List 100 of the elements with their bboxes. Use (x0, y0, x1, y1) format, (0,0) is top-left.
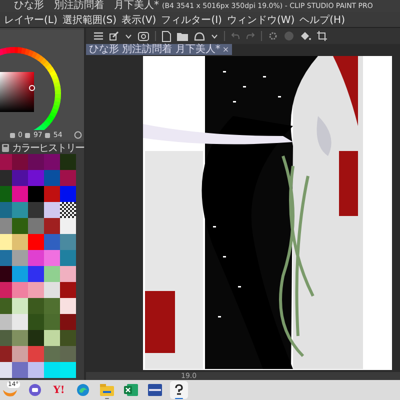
color-swatch[interactable] (12, 234, 28, 250)
brush-icon[interactable] (109, 31, 119, 41)
color-swatch[interactable] (28, 234, 44, 250)
chat-icon (28, 383, 42, 397)
weather-icon[interactable] (3, 388, 17, 398)
color-swatch[interactable] (12, 218, 28, 234)
transparent-swatch[interactable] (60, 202, 76, 218)
color-swatch[interactable] (12, 346, 28, 362)
color-swatch[interactable] (0, 154, 12, 170)
color-swatch[interactable] (28, 154, 44, 170)
color-swatch[interactable] (0, 170, 12, 186)
bucket-icon[interactable] (300, 32, 311, 40)
color-swatch[interactable] (44, 250, 60, 266)
color-swatch[interactable] (44, 186, 60, 202)
color-swatch[interactable] (28, 186, 44, 202)
color-swatch[interactable] (60, 266, 76, 282)
color-swatch[interactable] (60, 250, 76, 266)
color-swatch[interactable] (0, 266, 12, 282)
color-swatch[interactable] (28, 170, 44, 186)
color-swatch[interactable] (44, 234, 60, 250)
menu-item[interactable]: ヘルプ(H) (300, 12, 345, 26)
color-swatch[interactable] (0, 298, 12, 314)
color-swatch[interactable] (28, 250, 44, 266)
color-swatch[interactable] (60, 314, 76, 330)
color-swatch[interactable] (12, 362, 28, 378)
color-swatch[interactable] (12, 330, 28, 346)
value-icon (45, 132, 50, 138)
color-swatch[interactable] (60, 234, 76, 250)
color-swatch[interactable] (28, 282, 44, 298)
save-icon[interactable] (2, 144, 9, 152)
menu-icon[interactable] (94, 32, 103, 40)
reset-icon[interactable] (74, 131, 82, 139)
color-swatch[interactable] (28, 346, 44, 362)
color-swatch[interactable] (28, 266, 44, 282)
folder-icon[interactable] (177, 32, 188, 40)
color-swatch[interactable] (28, 330, 44, 346)
caret-icon[interactable] (125, 34, 132, 38)
color-swatch[interactable] (44, 362, 60, 378)
color-swatch[interactable] (60, 298, 76, 314)
color-swatch[interactable] (28, 202, 44, 218)
color-swatch[interactable] (60, 330, 76, 346)
undo-icon[interactable] (231, 32, 240, 40)
color-swatch[interactable] (44, 346, 60, 362)
settings-icon[interactable] (268, 31, 278, 41)
color-swatch[interactable] (12, 154, 28, 170)
menu-item[interactable]: フィルター(I) (161, 12, 222, 26)
crop-icon[interactable] (317, 31, 327, 41)
color-swatch[interactable] (60, 282, 76, 298)
color-swatch[interactable] (60, 186, 76, 202)
redo-icon[interactable] (246, 32, 255, 40)
color-swatch[interactable] (28, 314, 44, 330)
color-swatch[interactable] (0, 218, 12, 234)
color-swatch[interactable] (0, 234, 12, 250)
menu-item[interactable]: レイヤー(L) (4, 12, 58, 26)
color-swatch[interactable] (28, 362, 44, 378)
color-swatch[interactable] (44, 218, 60, 234)
color-swatch[interactable] (44, 314, 60, 330)
color-swatch[interactable] (12, 202, 28, 218)
panel-title: カラーヒストリー (12, 142, 84, 155)
document-tab[interactable]: ひな形 別注訪問着 月下美人* × (86, 44, 232, 55)
color-swatch[interactable] (28, 218, 44, 234)
color-swatch[interactable] (44, 330, 60, 346)
color-swatch[interactable] (12, 250, 28, 266)
color-swatch[interactable] (60, 218, 76, 234)
color-swatch[interactable] (60, 154, 76, 170)
color-swatch[interactable] (28, 298, 44, 314)
value-icon (10, 132, 15, 138)
taskbar-app[interactable] (170, 381, 188, 399)
taskbar-app[interactable]: Y! (50, 381, 68, 399)
circle-icon[interactable] (284, 31, 294, 41)
color-swatch[interactable] (0, 250, 12, 266)
color-swatch[interactable] (60, 362, 76, 378)
menu-item[interactable]: ウィンドウ(W) (226, 12, 295, 26)
color-swatch[interactable] (0, 202, 12, 218)
color-swatch[interactable] (44, 266, 60, 282)
color-swatch[interactable] (0, 186, 12, 202)
color-swatch[interactable] (12, 314, 28, 330)
color-swatch[interactable] (12, 170, 28, 186)
color-swatch[interactable] (12, 298, 28, 314)
color-swatch[interactable] (0, 330, 12, 346)
color-swatch[interactable] (12, 186, 28, 202)
color-swatch[interactable] (0, 282, 12, 298)
color-swatch[interactable] (0, 314, 12, 330)
browser-icon (76, 383, 90, 397)
caret-icon[interactable] (211, 34, 218, 38)
color-swatch[interactable] (44, 202, 60, 218)
menu-item[interactable]: 選択範囲(S) (62, 12, 117, 26)
color-swatch[interactable] (44, 298, 60, 314)
color-swatch[interactable] (44, 154, 60, 170)
app-logo: Y! (53, 384, 65, 396)
document-icon[interactable] (162, 30, 171, 42)
color-swatch[interactable] (0, 346, 12, 362)
color-swatch[interactable] (0, 362, 12, 378)
color-swatch[interactable] (12, 282, 28, 298)
color-swatch[interactable] (44, 282, 60, 298)
color-swatch[interactable] (44, 170, 60, 186)
color-swatch[interactable] (12, 266, 28, 282)
color-swatch[interactable] (60, 170, 76, 186)
menu-item[interactable]: 表示(V) (122, 12, 156, 26)
color-swatch[interactable] (60, 346, 76, 362)
